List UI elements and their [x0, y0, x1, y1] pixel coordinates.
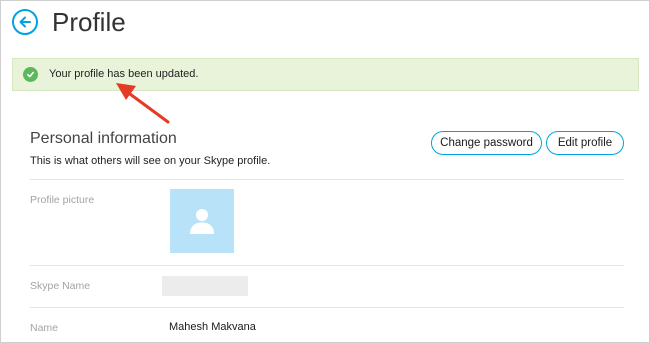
name-value: Mahesh Makvana [169, 321, 256, 333]
name-label: Name [30, 322, 59, 334]
check-circle-icon [23, 67, 38, 82]
user-silhouette-icon [190, 209, 214, 234]
divider [30, 179, 624, 180]
divider [30, 307, 624, 308]
avatar[interactable] [170, 189, 234, 253]
back-button[interactable] [12, 9, 38, 35]
page-title: Profile [52, 7, 126, 37]
window-frame [0, 0, 650, 343]
divider [30, 265, 624, 266]
section-description: This is what others will see on your Sky… [30, 155, 271, 167]
change-password-button[interactable]: Change password [431, 131, 542, 155]
section-title: Personal information [30, 130, 177, 147]
skype-name-value-redacted [162, 276, 248, 296]
edit-profile-button[interactable]: Edit profile [546, 131, 624, 155]
annotation-arrow-icon [116, 83, 170, 124]
profile-picture-label: Profile picture [30, 194, 95, 206]
back-arrow-icon [19, 16, 31, 28]
skype-name-label: Skype Name [30, 280, 91, 292]
